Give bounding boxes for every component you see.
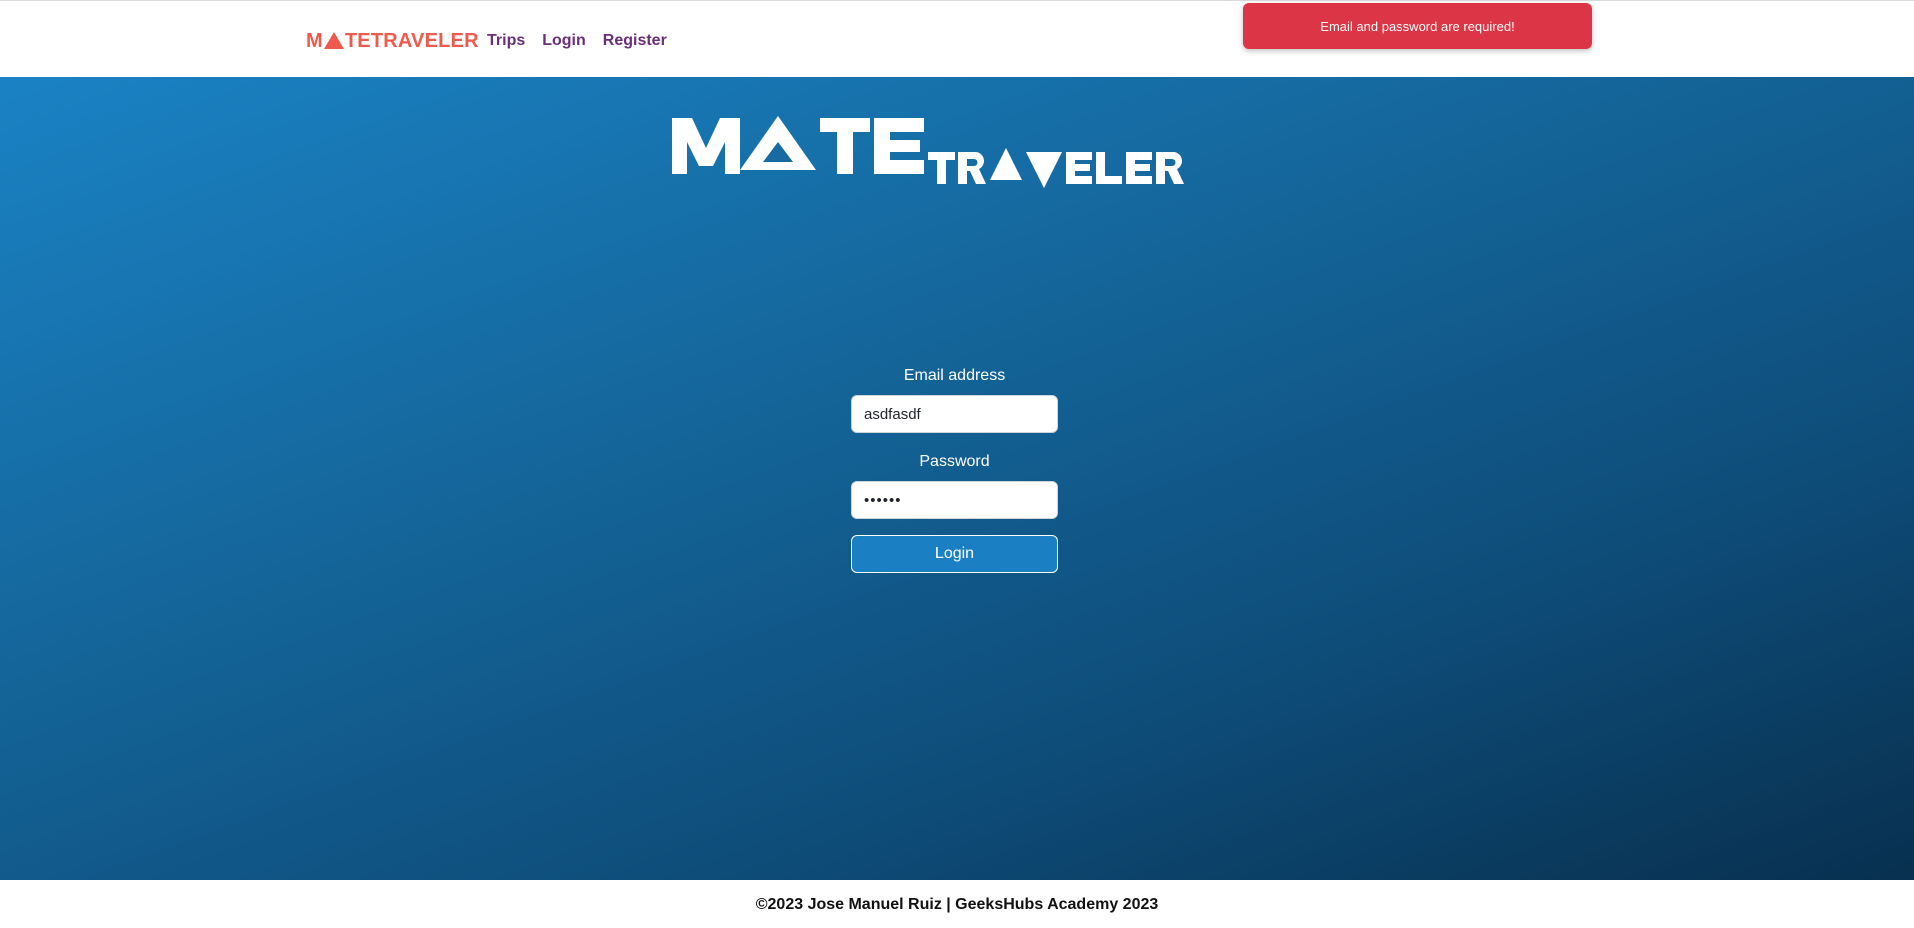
email-label: Email address	[903, 367, 1006, 384]
brand-prefix: M	[306, 30, 323, 52]
hero-logo	[672, 116, 1184, 188]
page: M TETRAVELER Trips Login Register Email …	[0, 0, 1914, 928]
brand-logo-link[interactable]: M TETRAVELER	[306, 29, 479, 53]
password-field[interactable]	[851, 481, 1058, 519]
footer: ©2023 Jose Manuel Ruiz | GeeksHubs Acade…	[0, 880, 1914, 928]
nav-links: Trips Login Register	[487, 31, 667, 51]
nav-link-register[interactable]: Register	[603, 31, 667, 51]
triangle-icon	[323, 31, 344, 49]
error-toast[interactable]: Email and password are required!	[1243, 3, 1592, 49]
toast-message: Email and password are required!	[1320, 18, 1515, 34]
top-navbar: M TETRAVELER Trips Login Register	[0, 0, 1914, 77]
nav-link-trips[interactable]: Trips	[487, 31, 525, 51]
password-label: Password	[919, 453, 990, 470]
nav-link-login[interactable]: Login	[542, 31, 586, 51]
email-field[interactable]	[851, 395, 1058, 433]
login-button[interactable]: Login	[851, 535, 1058, 573]
login-form: Email address Password Login	[851, 366, 1058, 573]
footer-copyright: ©2023 Jose Manuel Ruiz | GeeksHubs Acade…	[755, 896, 1159, 913]
brand-suffix: TETRAVELER	[344, 30, 479, 52]
